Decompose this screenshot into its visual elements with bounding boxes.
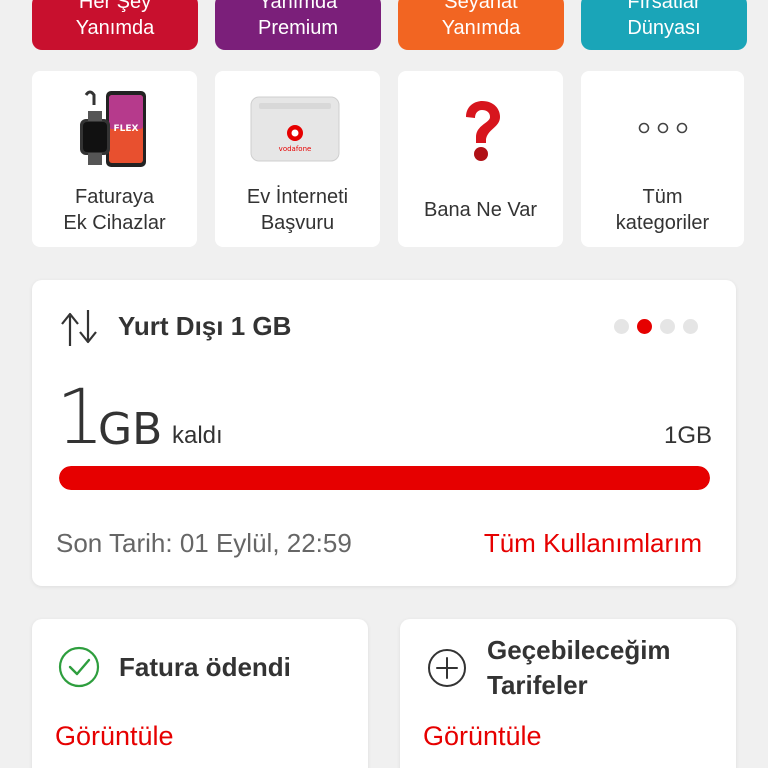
bill-paid-card[interactable]: Fatura ödendi Görüntüle <box>32 619 368 768</box>
category-label-line1: Ev İnterneti <box>246 186 349 208</box>
svg-text:vodafone: vodafone <box>279 145 312 153</box>
category-label-line1: Bana Ne Var <box>423 199 538 221</box>
usage-card[interactable]: Yurt Dışı 1 GB 1 GB kaldı 1GB Son Tarih:… <box>32 280 736 586</box>
tariffs-title-line2: Tarifeler <box>487 670 588 700</box>
tile-yanimda-premium[interactable]: Yanımda Premium <box>215 0 381 50</box>
category-label-line1: Faturaya <box>75 186 154 208</box>
tile-line1: Fırsatlar <box>627 0 701 13</box>
category-faturaya-ek-cihazlar[interactable]: FLEX Faturaya Ek Cihazlar <box>32 71 197 247</box>
plus-circle-icon <box>428 649 466 687</box>
category-label-line1: Tüm <box>642 186 683 208</box>
carousel-dot-active[interactable] <box>637 319 652 334</box>
modem-icon: vodafone <box>250 96 340 162</box>
devices-icon: FLEX <box>80 90 146 167</box>
bill-paid-title: Fatura ödendi <box>119 652 291 682</box>
deadline-text: Son Tarih: 01 Eylül, 22:59 <box>56 528 352 558</box>
tile-line2: Yanımda <box>75 17 155 39</box>
usage-progress-bar <box>59 466 710 490</box>
remaining-value: 1 <box>56 372 104 461</box>
carousel-dots[interactable] <box>614 319 698 334</box>
total-quota: 1GB <box>663 422 712 449</box>
tariffs-card[interactable]: Geçebileceğim Tarifeler Görüntüle <box>400 619 736 768</box>
question-mark-icon <box>466 101 500 161</box>
category-label-line2: Başvuru <box>260 212 335 234</box>
svg-text:FLEX: FLEX <box>114 124 139 134</box>
category-tum-kategoriler[interactable]: Tüm kategoriler <box>581 71 744 247</box>
tile-line2: Yanımda <box>441 17 521 39</box>
bill-view-link[interactable]: Görüntüle <box>55 721 174 752</box>
category-label-line2: Ek Cihazlar <box>63 212 166 234</box>
tile-line2: Dünyası <box>627 17 701 39</box>
carousel-dot[interactable] <box>660 319 675 334</box>
category-bana-ne-var[interactable]: Bana Ne Var <box>398 71 563 247</box>
remaining-unit: GB <box>98 404 163 455</box>
tariffs-title-line1: Geçebileceğim <box>487 635 671 665</box>
carousel-dot[interactable] <box>683 319 698 334</box>
tile-her-sey-yanimda[interactable]: Her Şey Yanımda <box>32 0 198 50</box>
tile-line2: Premium <box>257 17 338 39</box>
remaining-label: kaldı <box>172 422 223 449</box>
tile-line1: Her Şey <box>78 0 152 13</box>
usage-title: Yurt Dışı 1 GB <box>118 311 292 341</box>
carousel-dot[interactable] <box>614 319 629 334</box>
category-label-line2: kategoriler <box>615 212 710 234</box>
usage-progress-fill <box>59 466 710 490</box>
tile-line1: Seyahat <box>444 0 518 13</box>
tile-firsatlar-dunyasi[interactable]: Fırsatlar Dünyası <box>581 0 747 50</box>
category-ev-interneti-basvuru[interactable]: vodafone Ev İnterneti Başvuru <box>215 71 380 247</box>
tariffs-view-link[interactable]: Görüntüle <box>423 721 542 752</box>
check-circle-icon <box>58 646 100 688</box>
all-usage-link[interactable]: Tüm Kullanımlarım <box>484 528 702 559</box>
more-dots-icon <box>638 122 688 134</box>
data-transfer-icon <box>61 310 97 346</box>
tile-line1: Yanımda <box>258 0 338 13</box>
tile-seyahat-yanimda[interactable]: Seyahat Yanımda <box>398 0 564 50</box>
